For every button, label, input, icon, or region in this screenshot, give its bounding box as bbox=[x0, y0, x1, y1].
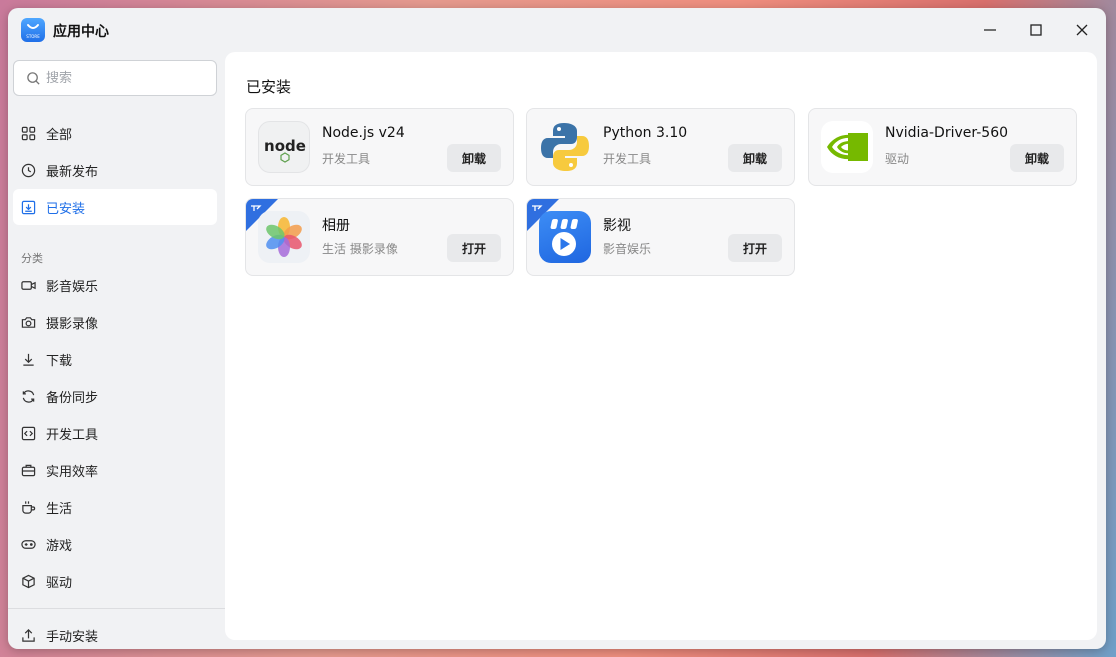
sidebar-item-label: 下载 bbox=[46, 353, 73, 369]
app-card-nodejs[interactable]: node Node.js v24 开发工具 卸载 bbox=[245, 108, 514, 186]
gamepad-icon bbox=[21, 539, 36, 549]
uninstall-button[interactable]: 卸载 bbox=[728, 144, 782, 172]
sidebar-item-label: 备份同步 bbox=[46, 390, 99, 406]
app-card-nvidia[interactable]: Nvidia-Driver-560 驱动 卸载 bbox=[808, 108, 1077, 186]
titlebar: STORE 应用中心 bbox=[8, 8, 1106, 52]
nodejs-icon-text: node bbox=[264, 137, 306, 155]
close-button[interactable] bbox=[1070, 18, 1094, 42]
upload-icon bbox=[22, 628, 35, 642]
uninstall-button[interactable]: 卸载 bbox=[1010, 144, 1064, 172]
store-logo-icon: STORE bbox=[21, 18, 45, 42]
code-icon bbox=[21, 426, 36, 440]
minimize-icon bbox=[984, 29, 996, 31]
maximize-icon bbox=[1030, 24, 1042, 36]
cup-icon bbox=[22, 500, 36, 514]
grid-icon bbox=[21, 126, 36, 140]
uninstall-button[interactable]: 卸载 bbox=[447, 144, 501, 172]
sidebar-divider bbox=[8, 608, 225, 609]
window-title: 应用中心 bbox=[53, 24, 109, 40]
app-category: 生活 摄影录像 bbox=[322, 242, 398, 256]
app-name: Nvidia-Driver-560 bbox=[885, 125, 1009, 141]
sidebar-item-label: 开发工具 bbox=[46, 427, 99, 443]
sidebar-item-label: 驱动 bbox=[46, 575, 73, 591]
camera-icon bbox=[21, 316, 36, 328]
minimize-button[interactable] bbox=[978, 18, 1002, 42]
sidebar-item-drivers[interactable]: 驱动 bbox=[13, 563, 217, 599]
video-player-icon bbox=[539, 211, 591, 263]
sidebar-item-label: 全部 bbox=[46, 127, 73, 143]
installed-icon bbox=[21, 200, 36, 214]
search-icon bbox=[27, 72, 40, 85]
app-category: 开发工具 bbox=[603, 152, 652, 166]
app-category: 驱动 bbox=[885, 152, 910, 166]
sidebar-item-label: 生活 bbox=[46, 501, 73, 517]
sidebar-item-label: 影音娱乐 bbox=[46, 279, 99, 295]
nvidia-icon bbox=[821, 121, 873, 173]
app-name: Python 3.10 bbox=[603, 125, 688, 141]
sidebar-item-label: 已安装 bbox=[46, 201, 86, 217]
app-name: 相册 bbox=[322, 218, 350, 234]
app-name: 影视 bbox=[603, 218, 631, 234]
sidebar-item-label: 手动安装 bbox=[46, 629, 99, 645]
toolbox-icon bbox=[21, 464, 36, 476]
app-category: 影音娱乐 bbox=[603, 242, 652, 256]
search-box[interactable] bbox=[13, 60, 217, 96]
app-card-python[interactable]: Python 3.10 开发工具 卸载 bbox=[526, 108, 795, 186]
clock-icon bbox=[21, 163, 36, 177]
main-panel: 已安装 node Node.js v24 开发工具 卸载 Python 3.10… bbox=[225, 52, 1097, 640]
open-button[interactable]: 打开 bbox=[447, 234, 501, 262]
sidebar-item-label: 实用效率 bbox=[46, 464, 99, 480]
sidebar-item-label: 最新发布 bbox=[46, 164, 99, 180]
sidebar-item-photo[interactable]: 摄影录像 bbox=[13, 304, 217, 340]
photos-icon bbox=[258, 211, 310, 263]
sidebar-item-installed[interactable]: 已安装 bbox=[13, 189, 217, 225]
search-input[interactable] bbox=[46, 69, 206, 87]
app-card-photos[interactable]: 相册 生活 摄影录像 打开 bbox=[245, 198, 514, 276]
app-category: 开发工具 bbox=[322, 152, 371, 166]
sidebar-item-manual-install[interactable]: 手动安装 bbox=[13, 617, 217, 649]
logo-text: STORE bbox=[26, 34, 40, 39]
video-icon bbox=[21, 280, 36, 290]
sync-icon bbox=[22, 389, 35, 403]
sidebar: 全部 最新发布 已安装 分类 影音娱乐 摄影录像 下载 备份同步 bbox=[8, 52, 225, 649]
app-name: Node.js v24 bbox=[322, 125, 405, 141]
sidebar-item-label: 游戏 bbox=[46, 538, 73, 554]
app-window: STORE 应用中心 全部 最新发布 已安装 分类 bbox=[8, 8, 1106, 649]
app-card-video[interactable]: 影视 影音娱乐 打开 bbox=[526, 198, 795, 276]
sidebar-item-life[interactable]: 生活 bbox=[13, 489, 217, 525]
sidebar-item-media[interactable]: 影音娱乐 bbox=[13, 267, 217, 303]
sidebar-item-download[interactable]: 下载 bbox=[13, 341, 217, 377]
open-button[interactable]: 打开 bbox=[728, 234, 782, 262]
sidebar-item-backup[interactable]: 备份同步 bbox=[13, 378, 217, 414]
sidebar-item-productivity[interactable]: 实用效率 bbox=[13, 452, 217, 488]
sidebar-item-devtools[interactable]: 开发工具 bbox=[13, 415, 217, 451]
python-icon bbox=[539, 121, 591, 173]
cube-icon bbox=[22, 574, 35, 588]
category-section-label: 分类 bbox=[21, 252, 43, 265]
nodejs-icon: node bbox=[258, 121, 310, 173]
download-icon bbox=[23, 353, 34, 366]
sidebar-item-label: 摄影录像 bbox=[46, 316, 99, 332]
sidebar-item-all[interactable]: 全部 bbox=[13, 115, 217, 151]
sidebar-item-latest[interactable]: 最新发布 bbox=[13, 152, 217, 188]
maximize-button[interactable] bbox=[1024, 18, 1048, 42]
close-icon bbox=[1076, 24, 1088, 36]
sidebar-item-games[interactable]: 游戏 bbox=[13, 526, 217, 562]
page-title: 已安装 bbox=[246, 78, 292, 96]
